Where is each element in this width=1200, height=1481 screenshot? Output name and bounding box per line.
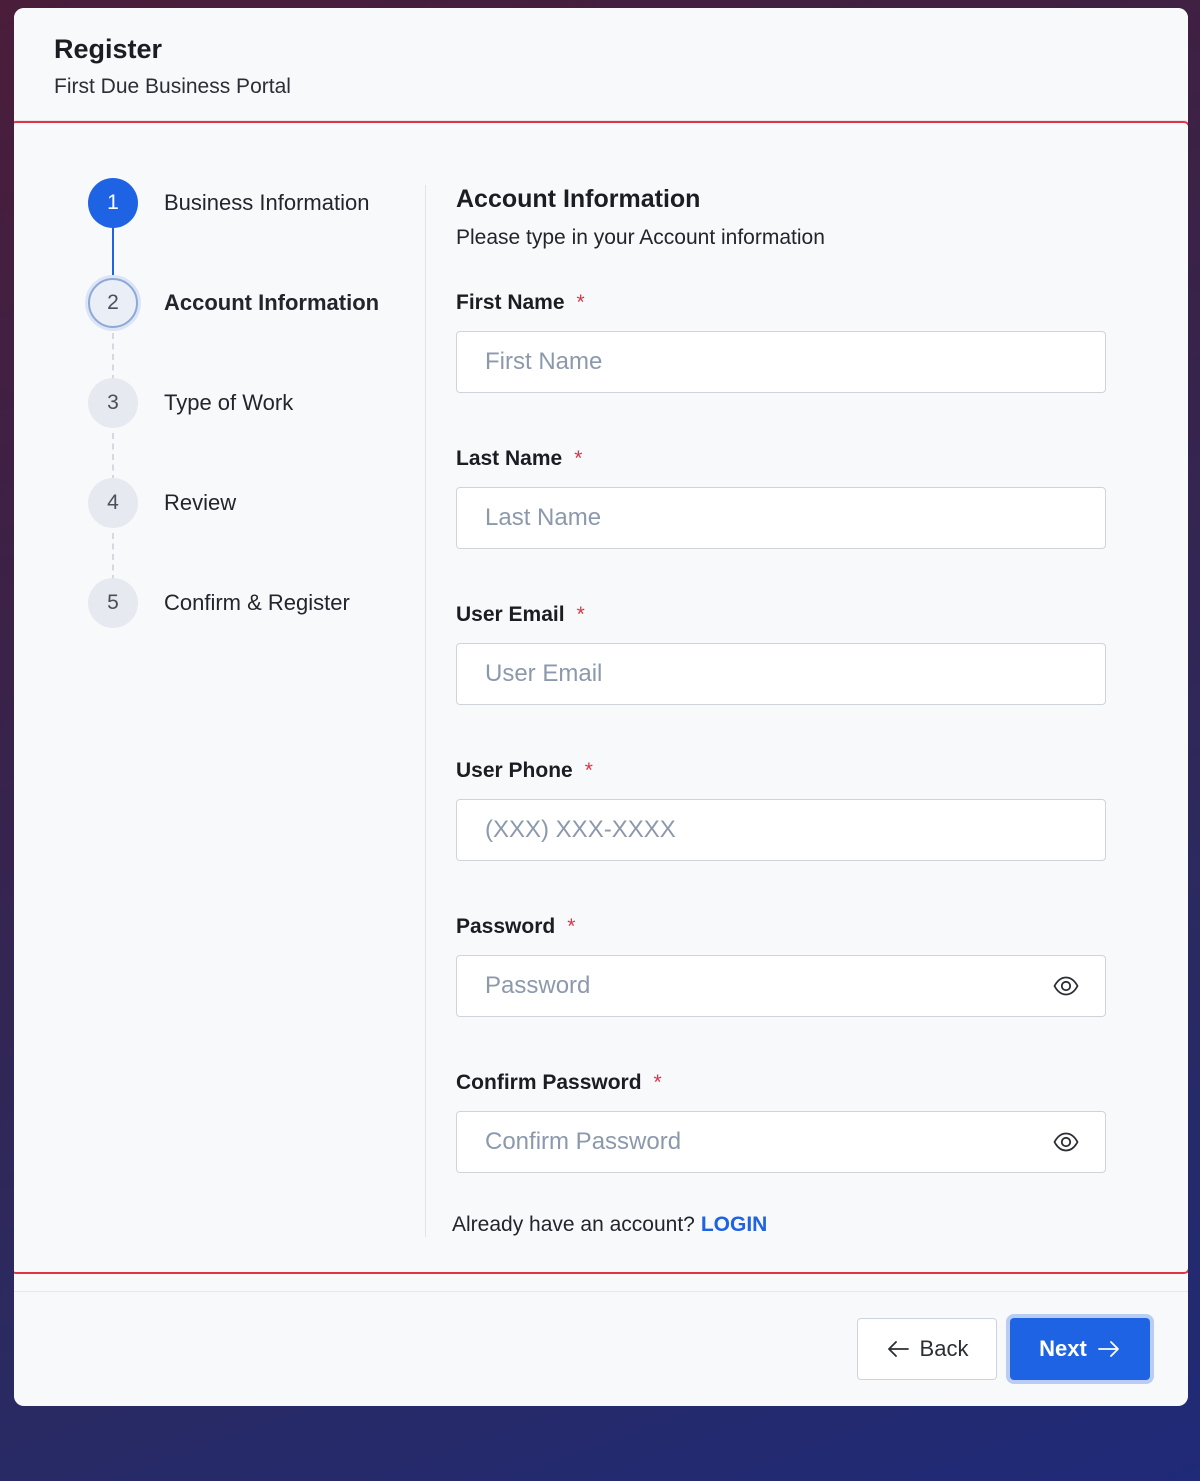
stepper-connector xyxy=(112,533,114,581)
last-name-input[interactable] xyxy=(456,487,1106,549)
required-marker: * xyxy=(576,603,585,626)
step-number-circle: 2 xyxy=(88,278,138,328)
step-number-circle: 5 xyxy=(88,578,138,628)
modal-subtitle: First Due Business Portal xyxy=(54,75,291,98)
first-name-label: First Name * xyxy=(456,291,585,314)
vertical-divider xyxy=(425,185,426,1237)
step-type-of-work[interactable]: 3 Type of Work xyxy=(88,377,293,429)
confirm-password-label: Confirm Password * xyxy=(456,1071,662,1094)
footer-divider xyxy=(14,1291,1188,1292)
step-number-circle: 4 xyxy=(88,478,138,528)
modal-header: Register First Due Business Portal xyxy=(14,8,1188,121)
first-name-input[interactable] xyxy=(456,331,1106,393)
register-modal: Register First Due Business Portal 1 Bus… xyxy=(14,8,1188,1406)
step-confirm-register[interactable]: 5 Confirm & Register xyxy=(88,577,350,629)
stepper-connector xyxy=(112,333,114,381)
required-marker: * xyxy=(576,291,585,314)
login-link[interactable]: LOGIN xyxy=(701,1213,768,1236)
step-label: Review xyxy=(164,490,237,515)
user-email-label: User Email * xyxy=(456,603,585,626)
form-body: 1 Business Information 2 Account Informa… xyxy=(14,121,1188,1274)
step-label: Type of Work xyxy=(164,390,294,415)
step-number-circle: 1 xyxy=(88,178,138,228)
password-input[interactable] xyxy=(456,955,1106,1017)
back-button-label: Back xyxy=(919,1336,969,1361)
eye-icon[interactable] xyxy=(1052,1128,1080,1156)
step-label: Business Information xyxy=(164,190,370,215)
stepper-connector xyxy=(112,433,114,481)
step-review[interactable]: 4 Review xyxy=(88,477,236,529)
step-number-circle: 3 xyxy=(88,378,138,428)
user-phone-input[interactable] xyxy=(456,799,1106,861)
section-title: Account Information xyxy=(456,185,701,213)
user-email-input[interactable] xyxy=(456,643,1106,705)
login-prompt: Already have an account? LOGIN xyxy=(452,1213,768,1236)
step-label: Confirm & Register xyxy=(164,590,350,615)
step-business-information[interactable]: 1 Business Information xyxy=(88,177,369,229)
required-marker: * xyxy=(574,447,583,470)
arrow-left-icon xyxy=(887,1341,909,1357)
step-account-information[interactable]: 2 Account Information xyxy=(88,277,379,329)
confirm-password-input[interactable] xyxy=(456,1111,1106,1173)
required-marker: * xyxy=(653,1071,662,1094)
section-description: Please type in your Account information xyxy=(456,226,825,249)
step-label: Account Information xyxy=(164,290,380,315)
back-button[interactable]: Back xyxy=(857,1318,997,1380)
next-button-label: Next xyxy=(1039,1336,1087,1361)
password-label: Password * xyxy=(456,915,576,938)
last-name-label: Last Name * xyxy=(456,447,583,470)
required-marker: * xyxy=(584,759,593,782)
user-phone-label: User Phone * xyxy=(456,759,593,782)
eye-icon[interactable] xyxy=(1052,972,1080,1000)
modal-title: Register xyxy=(54,34,163,64)
arrow-right-icon xyxy=(1097,1341,1119,1357)
next-button[interactable]: Next xyxy=(1010,1318,1150,1380)
required-marker: * xyxy=(567,915,576,938)
